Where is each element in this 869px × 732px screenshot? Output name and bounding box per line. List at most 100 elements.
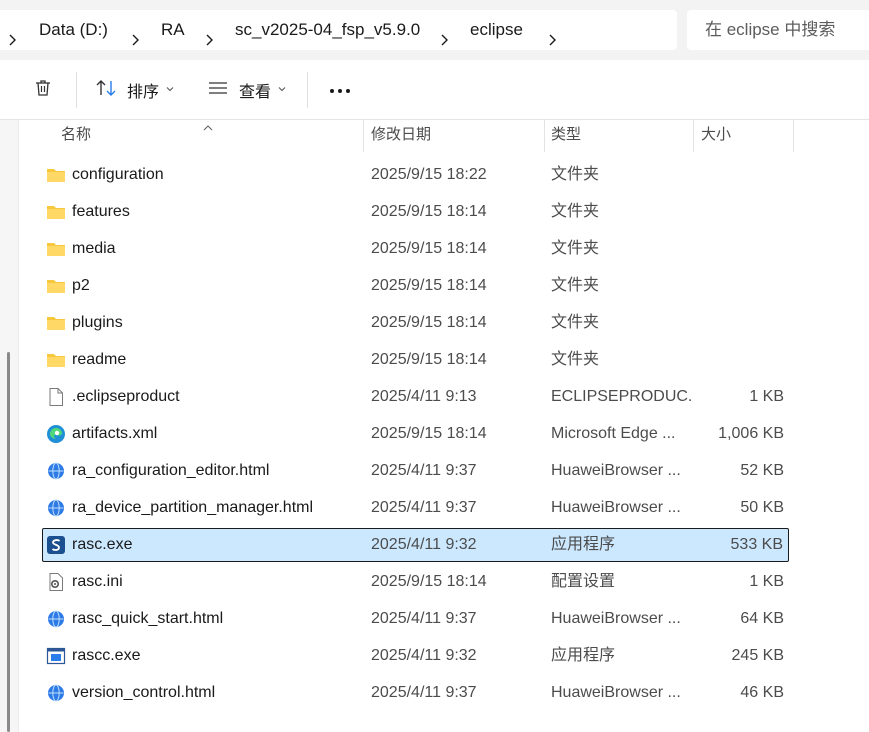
file-row[interactable]: readme 2025/9/15 18:14 文件夹 bbox=[42, 343, 789, 377]
file-size bbox=[684, 269, 784, 303]
list-view-icon bbox=[207, 78, 229, 103]
file-name: readme bbox=[72, 351, 127, 368]
file-type: 应用程序 bbox=[551, 647, 616, 664]
file-row[interactable]: version_control.html 2025/4/11 9:37 Huawei… bbox=[42, 676, 789, 710]
file-size: 46 KB bbox=[740, 684, 784, 701]
file-modified-date: 2025/4/11 9:32 bbox=[371, 647, 477, 664]
folder-icon bbox=[46, 276, 66, 296]
chevron-right-icon[interactable] bbox=[4, 32, 20, 48]
file-row[interactable]: p2 2025/9/15 18:14 文件夹 bbox=[42, 269, 789, 303]
file-size bbox=[684, 195, 784, 229]
scrollbar[interactable] bbox=[7, 352, 10, 732]
file-modified-date: 2025/4/11 9:32 bbox=[371, 536, 477, 553]
search-input[interactable] bbox=[705, 10, 869, 50]
file-size: 64 KB bbox=[740, 610, 784, 627]
file-size: 1,006 KB bbox=[718, 425, 784, 442]
chevron-right-icon[interactable] bbox=[127, 32, 143, 48]
chevron-down-icon bbox=[277, 81, 287, 99]
delete-button[interactable] bbox=[28, 72, 58, 108]
file-modified-date: 2025/4/11 9:37 bbox=[371, 462, 477, 479]
file-row[interactable]: ra_configuration_editor.html 2025/4/11 9:… bbox=[42, 454, 789, 488]
file-modified-date: 2025/9/15 18:14 bbox=[371, 203, 487, 220]
breadcrumb-item-drive[interactable]: Data (D:) bbox=[39, 10, 108, 50]
file-row[interactable]: rasc.ini 2025/9/15 18:14 配置设置 1 KB bbox=[42, 565, 789, 599]
file-modified-date: 2025/9/15 18:14 bbox=[371, 573, 487, 590]
file-row[interactable]: ra_device_partition_manager.html 2025/4/1… bbox=[42, 491, 789, 525]
file-type: ECLIPSEPRODUC... bbox=[551, 388, 691, 405]
file-type: HuaweiBrowser ... bbox=[551, 462, 681, 479]
file-row[interactable]: .eclipseproduct 2025/4/11 9:13 ECLIPSEPROD… bbox=[42, 380, 789, 414]
chevron-right-icon[interactable] bbox=[544, 32, 560, 48]
chevron-right-icon[interactable] bbox=[436, 32, 452, 48]
file-size: 245 KB bbox=[731, 647, 784, 664]
toolbar-divider bbox=[307, 72, 308, 108]
file-name: media bbox=[72, 240, 116, 257]
file-modified-date: 2025/9/15 18:14 bbox=[371, 314, 487, 331]
file-modified-date: 2025/4/11 9:13 bbox=[371, 388, 477, 405]
breadcrumb-item-ra[interactable]: RA bbox=[161, 10, 185, 50]
file-row[interactable]: rasc.exe 2025/4/11 9:32 应用程序 533 KB bbox=[42, 528, 789, 562]
file-modified-date: 2025/9/15 18:14 bbox=[371, 351, 487, 368]
column-divider[interactable] bbox=[793, 120, 794, 152]
settings-file-icon bbox=[46, 572, 66, 592]
file-name: ra_device_partition_manager.html bbox=[72, 499, 314, 516]
file-name: p2 bbox=[72, 277, 90, 294]
file-name: version_control.html bbox=[72, 684, 216, 701]
breadcrumb-item-eclipse[interactable]: eclipse bbox=[470, 10, 523, 50]
file-type: 文件夹 bbox=[551, 314, 600, 331]
file-type: HuaweiBrowser ... bbox=[551, 610, 681, 627]
folder-icon bbox=[46, 165, 66, 185]
file-size bbox=[684, 343, 784, 377]
column-header-type[interactable]: 类型 bbox=[551, 120, 581, 152]
column-header-date[interactable]: 修改日期 bbox=[371, 120, 431, 152]
file-size: 52 KB bbox=[740, 462, 784, 479]
app-icon bbox=[46, 535, 66, 555]
sort-ascending-icon bbox=[202, 119, 214, 137]
file-modified-date: 2025/9/15 18:22 bbox=[371, 166, 487, 183]
file-name: rascc.exe bbox=[72, 647, 141, 664]
file-row[interactable]: rasc_quick_start.html 2025/4/11 9:37 Huawe… bbox=[42, 602, 789, 636]
more-options-button[interactable] bbox=[325, 72, 355, 108]
breadcrumb[interactable]: Data (D:) RA sc_v2025-04_fsp_v5.9.0 ecli… bbox=[0, 10, 677, 50]
folder-icon bbox=[46, 202, 66, 222]
folder-icon bbox=[46, 313, 66, 333]
toolbar-divider bbox=[76, 72, 77, 108]
file-size: 1 KB bbox=[749, 573, 784, 590]
file-type: Microsoft Edge ... bbox=[551, 425, 676, 442]
file-modified-date: 2025/4/11 9:37 bbox=[371, 499, 477, 516]
edge-icon bbox=[46, 424, 66, 444]
file-type: 文件夹 bbox=[551, 166, 600, 183]
search-box[interactable] bbox=[687, 10, 869, 50]
file-icon bbox=[46, 387, 66, 407]
file-type: 应用程序 bbox=[551, 536, 616, 553]
column-header-size[interactable]: 大小 bbox=[701, 120, 731, 152]
file-row[interactable]: artifacts.xml 2025/9/15 18:14 Microsoft Ed… bbox=[42, 417, 789, 451]
column-divider[interactable] bbox=[693, 120, 694, 152]
file-modified-date: 2025/4/11 9:37 bbox=[371, 610, 477, 627]
browser-icon bbox=[46, 683, 66, 703]
chevron-right-icon[interactable] bbox=[201, 32, 217, 48]
breadcrumb-item-sc[interactable]: sc_v2025-04_fsp_v5.9.0 bbox=[235, 10, 420, 50]
file-name: .eclipseproduct bbox=[72, 388, 180, 405]
file-row[interactable]: plugins 2025/9/15 18:14 文件夹 bbox=[42, 306, 789, 340]
file-modified-date: 2025/9/15 18:14 bbox=[371, 425, 487, 442]
file-type: 文件夹 bbox=[551, 351, 600, 368]
view-label: 查看 bbox=[239, 84, 272, 101]
view-button[interactable]: 查看 bbox=[207, 72, 287, 108]
file-name: ra_configuration_editor.html bbox=[72, 462, 270, 479]
file-size: 50 KB bbox=[740, 499, 784, 516]
file-row[interactable]: configuration 2025/9/15 18:22 文件夹 bbox=[42, 158, 789, 192]
sort-button[interactable]: 排序 bbox=[95, 72, 175, 108]
file-name: features bbox=[72, 203, 130, 220]
column-divider[interactable] bbox=[363, 120, 364, 152]
file-name: rasc_quick_start.html bbox=[72, 610, 224, 627]
file-name: rasc.ini bbox=[72, 573, 123, 590]
file-row[interactable]: rascc.exe 2025/4/11 9:32 应用程序 245 KB bbox=[42, 639, 789, 673]
folder-icon bbox=[46, 239, 66, 259]
file-row[interactable]: media 2025/9/15 18:14 文件夹 bbox=[42, 232, 789, 266]
folder-icon bbox=[46, 350, 66, 370]
file-row[interactable]: features 2025/9/15 18:14 文件夹 bbox=[42, 195, 789, 229]
file-size bbox=[684, 158, 784, 192]
column-divider[interactable] bbox=[544, 120, 545, 152]
column-header-name[interactable]: 名称 bbox=[61, 120, 91, 152]
